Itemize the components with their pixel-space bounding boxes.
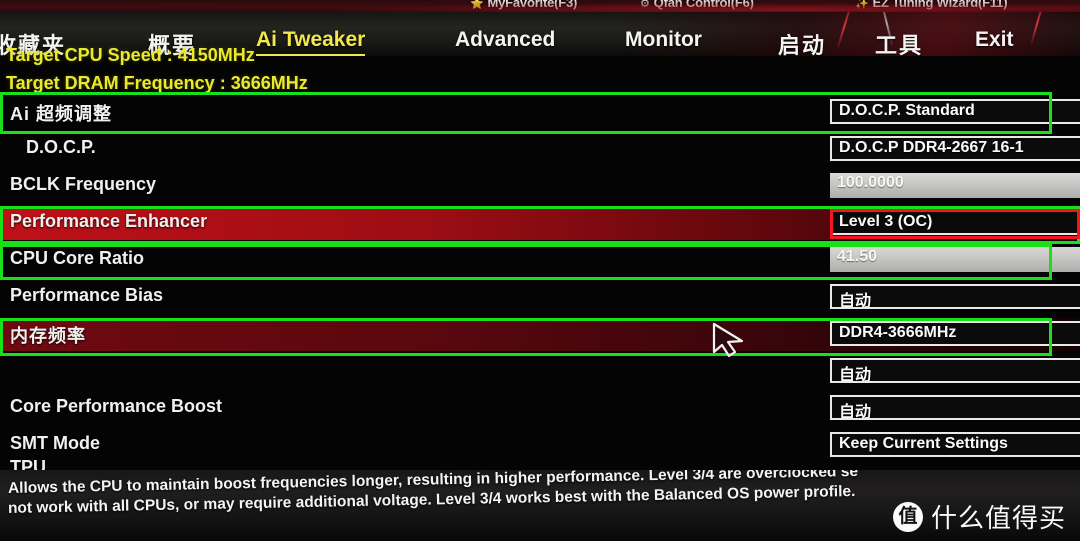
ez-tuning-wizard-label: EZ Tuning Wizard(F11): [872, 0, 1008, 10]
qfan-control-shortcut[interactable]: ⚙ Qfan Control(F6): [640, 0, 754, 10]
setting-row-docp[interactable]: D.O.C.P. D.O.C.P DDR4-2667 16-1: [0, 133, 1080, 166]
setting-value: 100.0000: [837, 174, 904, 191]
setting-value: Keep Current Settings: [839, 435, 1008, 452]
setting-row-bclk-frequency[interactable]: BCLK Frequency 100.0000: [0, 170, 1080, 203]
setting-label: Core Performance Boost: [10, 396, 223, 416]
setting-label: D.O.C.P.: [26, 137, 96, 157]
setting-value-box[interactable]: D.O.C.P DDR4-2667 16-1: [830, 136, 1080, 161]
setting-value-box[interactable]: Level 3 (OC): [830, 210, 1080, 235]
target-dram-frequency: Target DRAM Frequency : 3666MHz: [6, 73, 308, 93]
setting-value-box[interactable]: 自动: [830, 284, 1080, 309]
menu-item-tool[interactable]: 工具: [875, 28, 923, 56]
setting-label: CPU Core Ratio: [10, 248, 145, 268]
setting-label: BCLK Frequency: [10, 174, 157, 194]
setting-row-core-performance-boost[interactable]: Core Performance Boost 自动: [0, 392, 1080, 425]
setting-value-box[interactable]: 自动: [830, 358, 1080, 383]
menu-item-advanced[interactable]: Advanced: [455, 28, 555, 52]
setting-label: Ai 超频调整: [10, 104, 113, 124]
menu-item-exit[interactable]: Exit: [975, 28, 1014, 52]
setting-row-unnamed-auto[interactable]: 自动: [0, 355, 1080, 388]
setting-value: 自动: [839, 367, 872, 383]
menu-item-boot[interactable]: 启动: [778, 28, 826, 56]
setting-value-box[interactable]: 41.50: [830, 247, 1080, 272]
setting-label: 内存频率: [10, 326, 86, 346]
setting-value-box[interactable]: 100.0000: [830, 173, 1080, 198]
decorative-streak: [836, 12, 854, 50]
decorative-streak: [1029, 12, 1046, 47]
setting-value: 41.50: [837, 248, 878, 265]
setting-label: SMT Mode: [10, 433, 100, 453]
setting-label: Performance Bias: [10, 285, 164, 305]
watermark-badge: 值: [892, 501, 923, 532]
menu-item-ai-tweaker[interactable]: Ai Tweaker: [256, 28, 366, 56]
setting-row-performance-enhancer[interactable]: Performance Enhancer Level 3 (OC): [0, 207, 1080, 240]
bios-screen: ⭐ MyFavorite(F3) ⚙ Qfan Control(F6) ✨ EZ Tu…: [0, 0, 1080, 541]
setting-value: 自动: [839, 293, 872, 309]
setting-row-performance-bias[interactable]: Performance Bias 自动: [0, 281, 1080, 314]
setting-value: Level 3 (OC): [839, 213, 933, 230]
setting-value-box[interactable]: 自动: [830, 395, 1080, 420]
watermark: 值 什么值得买: [892, 498, 1066, 535]
mouse-cursor: [712, 322, 746, 360]
setting-row-ai-overclock-tuner[interactable]: Ai 超频调整 D.O.C.P. Standard: [0, 96, 1080, 129]
setting-value: DDR4-3666MHz: [839, 324, 957, 341]
star-icon: ⭐: [470, 0, 484, 10]
wizard-icon: ✨: [855, 0, 869, 10]
watermark-text: 什么值得买: [930, 503, 1066, 533]
menu-item-monitor[interactable]: Monitor: [625, 28, 702, 52]
setting-value: 自动: [839, 404, 872, 420]
target-cpu-speed: Target CPU Speed : 4150MHz: [6, 45, 255, 65]
setting-row-cpu-core-ratio[interactable]: CPU Core Ratio 41.50: [0, 244, 1080, 277]
settings-list: Ai 超频调整 D.O.C.P. Standard D.O.C.P. D.O.C…: [0, 96, 1080, 477]
myfavorite-shortcut[interactable]: ⭐ MyFavorite(F3): [470, 0, 577, 10]
setting-value-box[interactable]: DDR4-3666MHz: [830, 321, 1080, 346]
setting-value: D.O.C.P. Standard: [839, 102, 975, 119]
description-bar: Allows the CPU to maintain boost frequen…: [0, 470, 1080, 541]
ez-tuning-wizard-shortcut[interactable]: ✨ EZ Tuning Wizard(F11): [855, 0, 1008, 10]
myfavorite-label: MyFavorite(F3): [487, 0, 578, 10]
fan-icon: ⚙: [640, 0, 650, 10]
setting-row-memory-frequency[interactable]: 内存频率 DDR4-3666MHz: [0, 318, 1080, 351]
setting-value-box[interactable]: D.O.C.P. Standard: [830, 99, 1080, 124]
qfan-control-label: Qfan Control(F6): [653, 0, 754, 10]
setting-label: Performance Enhancer: [10, 211, 208, 231]
setting-value: D.O.C.P DDR4-2667 16-1: [839, 139, 1024, 156]
